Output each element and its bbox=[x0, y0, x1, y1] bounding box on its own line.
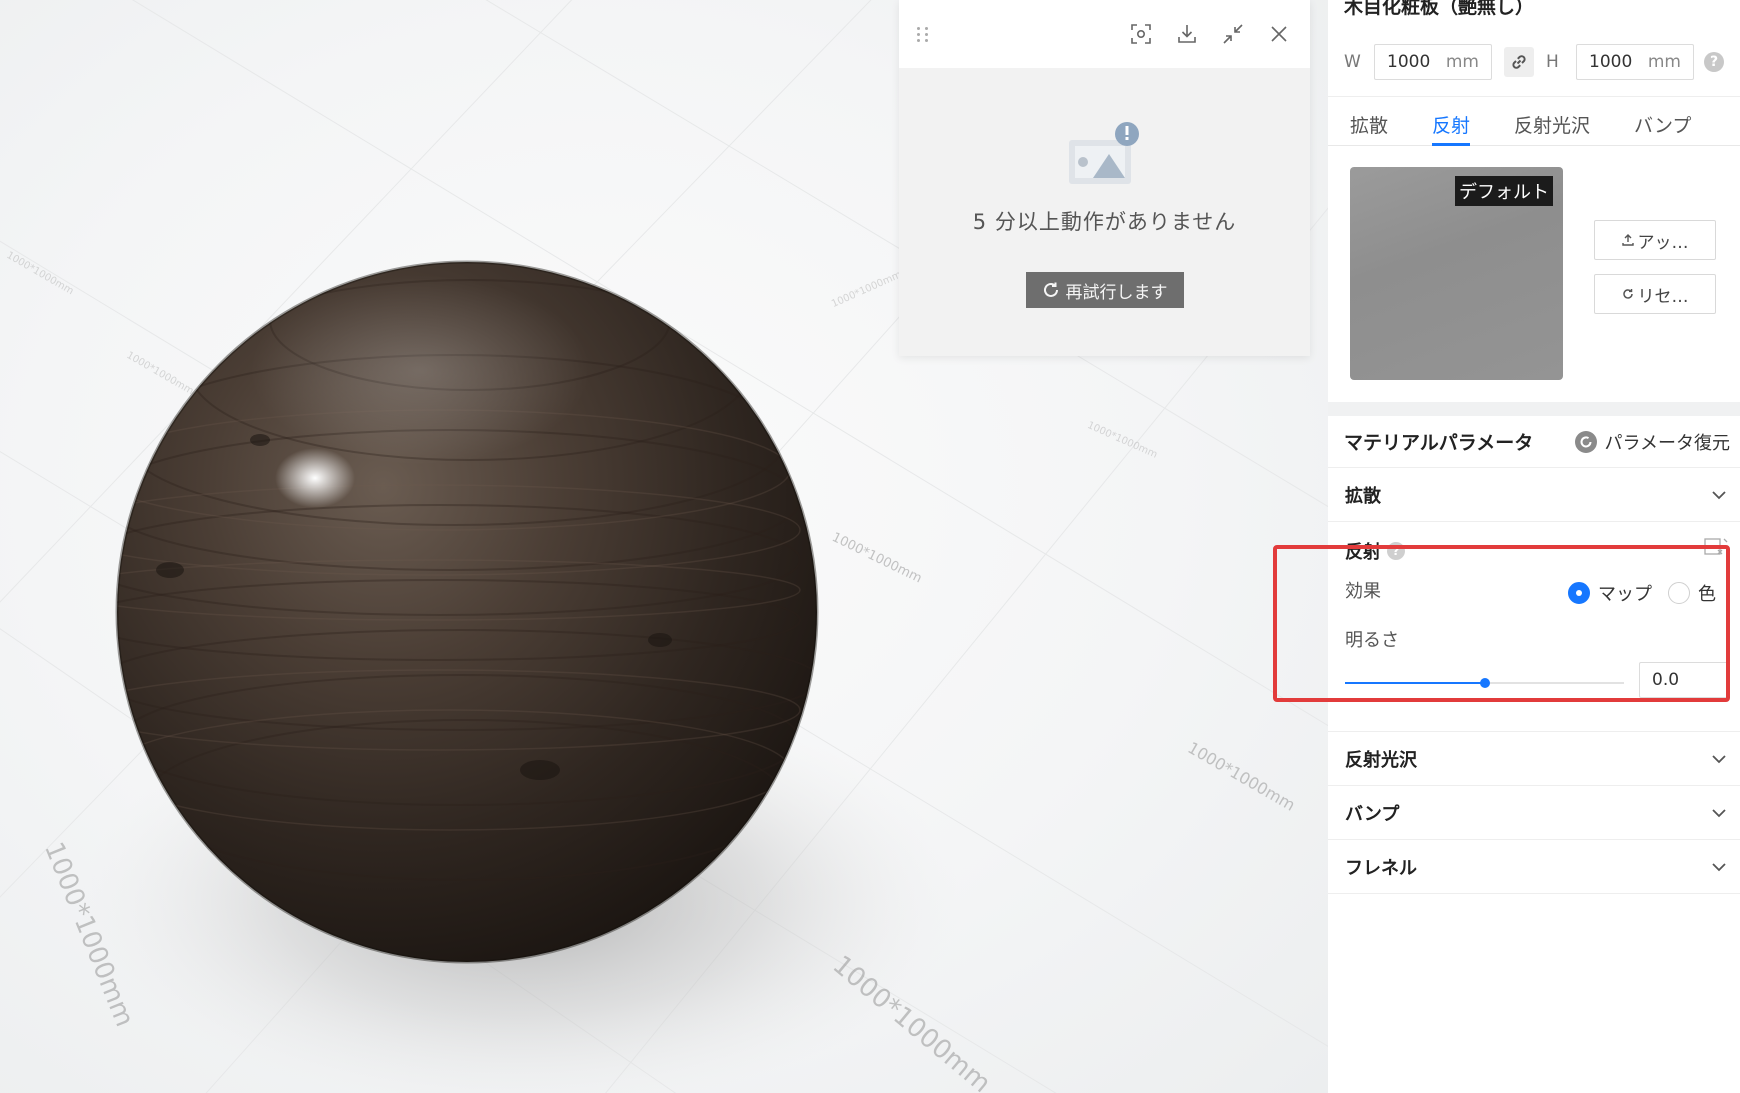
section-bump-label: バンプ bbox=[1345, 803, 1400, 825]
retry-label: 再試行します bbox=[1065, 282, 1168, 303]
map-tabs: 拡散 反射 反射光沢 バンプ bbox=[1328, 96, 1740, 146]
effect-radio-group: マップ 色 bbox=[1568, 580, 1716, 606]
radio-map-label[interactable]: マップ bbox=[1598, 580, 1652, 606]
height-label: H bbox=[1546, 52, 1559, 72]
help-icon[interactable]: ? bbox=[1704, 52, 1724, 72]
width-unit: mm bbox=[1445, 52, 1479, 72]
tab-bump[interactable]: バンプ bbox=[1634, 97, 1691, 145]
material-title: 木目化粧板（艶無し） bbox=[1344, 0, 1535, 18]
width-label: W bbox=[1344, 52, 1361, 72]
close-icon[interactable] bbox=[1266, 21, 1292, 47]
chevron-down-icon bbox=[1712, 490, 1726, 499]
width-input[interactable]: 1000 mm bbox=[1374, 44, 1492, 80]
width-value: 1000 bbox=[1387, 52, 1431, 72]
section-reflection-header: 反射 ? bbox=[1345, 538, 1405, 564]
height-unit: mm bbox=[1647, 52, 1681, 72]
section-reflection: 反射 ? 効果 マップ 色 明るさ 0.0 bbox=[1328, 522, 1740, 732]
restore-icon bbox=[1574, 430, 1597, 453]
section-bump[interactable]: バンプ bbox=[1328, 786, 1740, 840]
idle-warning-illustration bbox=[1068, 122, 1139, 184]
idle-dialog: 5 分以上動作がありません 再試行します bbox=[899, 0, 1310, 356]
retry-button[interactable]: 再試行します bbox=[1025, 272, 1184, 308]
section-diffuse[interactable]: 拡散 bbox=[1328, 468, 1740, 522]
slider-thumb[interactable] bbox=[1479, 678, 1490, 688]
texture-thumbnail[interactable]: デフォルト bbox=[1350, 167, 1563, 380]
material-card: 木目化粧板（艶無し） W 1000 mm H 1000 mm ? 拡散 反射 反… bbox=[1328, 0, 1740, 402]
collapse-icon[interactable] bbox=[1220, 21, 1246, 47]
section-diffuse-label: 拡散 bbox=[1345, 485, 1381, 507]
brightness-input[interactable]: 0.0 bbox=[1639, 662, 1729, 698]
link-aspect-button[interactable] bbox=[1504, 47, 1534, 77]
radio-map[interactable] bbox=[1568, 582, 1590, 604]
chevron-down-icon bbox=[1712, 808, 1726, 817]
upload-button[interactable]: アッ… bbox=[1594, 220, 1716, 260]
screenshot-icon[interactable] bbox=[1128, 21, 1154, 47]
idle-message: 5 分以上動作がありません bbox=[972, 210, 1237, 234]
slider-fill bbox=[1345, 682, 1485, 684]
height-value: 1000 bbox=[1589, 52, 1633, 72]
radio-color[interactable] bbox=[1668, 582, 1690, 604]
effect-label: 効果 bbox=[1345, 581, 1381, 602]
reset-icon bbox=[1622, 289, 1633, 299]
size-row: W 1000 mm H 1000 mm ? bbox=[1344, 44, 1724, 80]
params-title: マテリアルパラメータ bbox=[1344, 432, 1534, 454]
section-reflection-label: 反射 bbox=[1345, 542, 1381, 563]
refresh-icon bbox=[1043, 282, 1058, 297]
upload-icon bbox=[1621, 234, 1634, 246]
section-fresnel-label: フレネル bbox=[1345, 857, 1417, 879]
chevron-down-icon bbox=[1712, 862, 1726, 871]
reset-label: リセ… bbox=[1637, 286, 1689, 307]
idle-dialog-toolbar bbox=[899, 0, 1310, 68]
upload-label: アッ… bbox=[1637, 232, 1689, 253]
link-icon bbox=[1512, 55, 1526, 69]
drag-handle-icon[interactable] bbox=[917, 22, 933, 46]
params-header: マテリアルパラメータ パラメータ復元 bbox=[1328, 416, 1740, 468]
material-params-card: マテリアルパラメータ パラメータ復元 拡散 反射 ? 効果 マップ 色 明るさ … bbox=[1328, 416, 1740, 1093]
brightness-slider[interactable] bbox=[1345, 676, 1624, 690]
download-icon[interactable] bbox=[1174, 21, 1200, 47]
default-badge: デフォルト bbox=[1455, 176, 1553, 206]
tab-diffuse[interactable]: 拡散 bbox=[1350, 97, 1388, 145]
reset-button[interactable]: リセ… bbox=[1594, 274, 1716, 314]
brightness-label: 明るさ bbox=[1345, 630, 1399, 651]
tab-reflection-gloss[interactable]: 反射光沢 bbox=[1514, 97, 1590, 145]
section-reflection-gloss-label: 反射光沢 bbox=[1345, 749, 1417, 771]
section-fresnel[interactable]: フレネル bbox=[1328, 840, 1740, 894]
question-icon[interactable]: ? bbox=[1387, 542, 1405, 560]
texture-toggle-icon[interactable] bbox=[1704, 536, 1728, 556]
material-panel: 木目化粧板（艶無し） W 1000 mm H 1000 mm ? 拡散 反射 反… bbox=[1328, 0, 1740, 1093]
height-input[interactable]: 1000 mm bbox=[1576, 44, 1694, 80]
restore-label: パラメータ復元 bbox=[1604, 432, 1730, 454]
section-reflection-gloss[interactable]: 反射光沢 bbox=[1328, 732, 1740, 786]
idle-dialog-body: 5 分以上動作がありません 再試行します bbox=[899, 68, 1310, 308]
radio-color-label[interactable]: 色 bbox=[1698, 580, 1716, 606]
tab-reflection[interactable]: 反射 bbox=[1432, 97, 1471, 146]
restore-params-button[interactable]: パラメータ復元 bbox=[1574, 429, 1730, 455]
chevron-down-icon bbox=[1712, 754, 1726, 763]
